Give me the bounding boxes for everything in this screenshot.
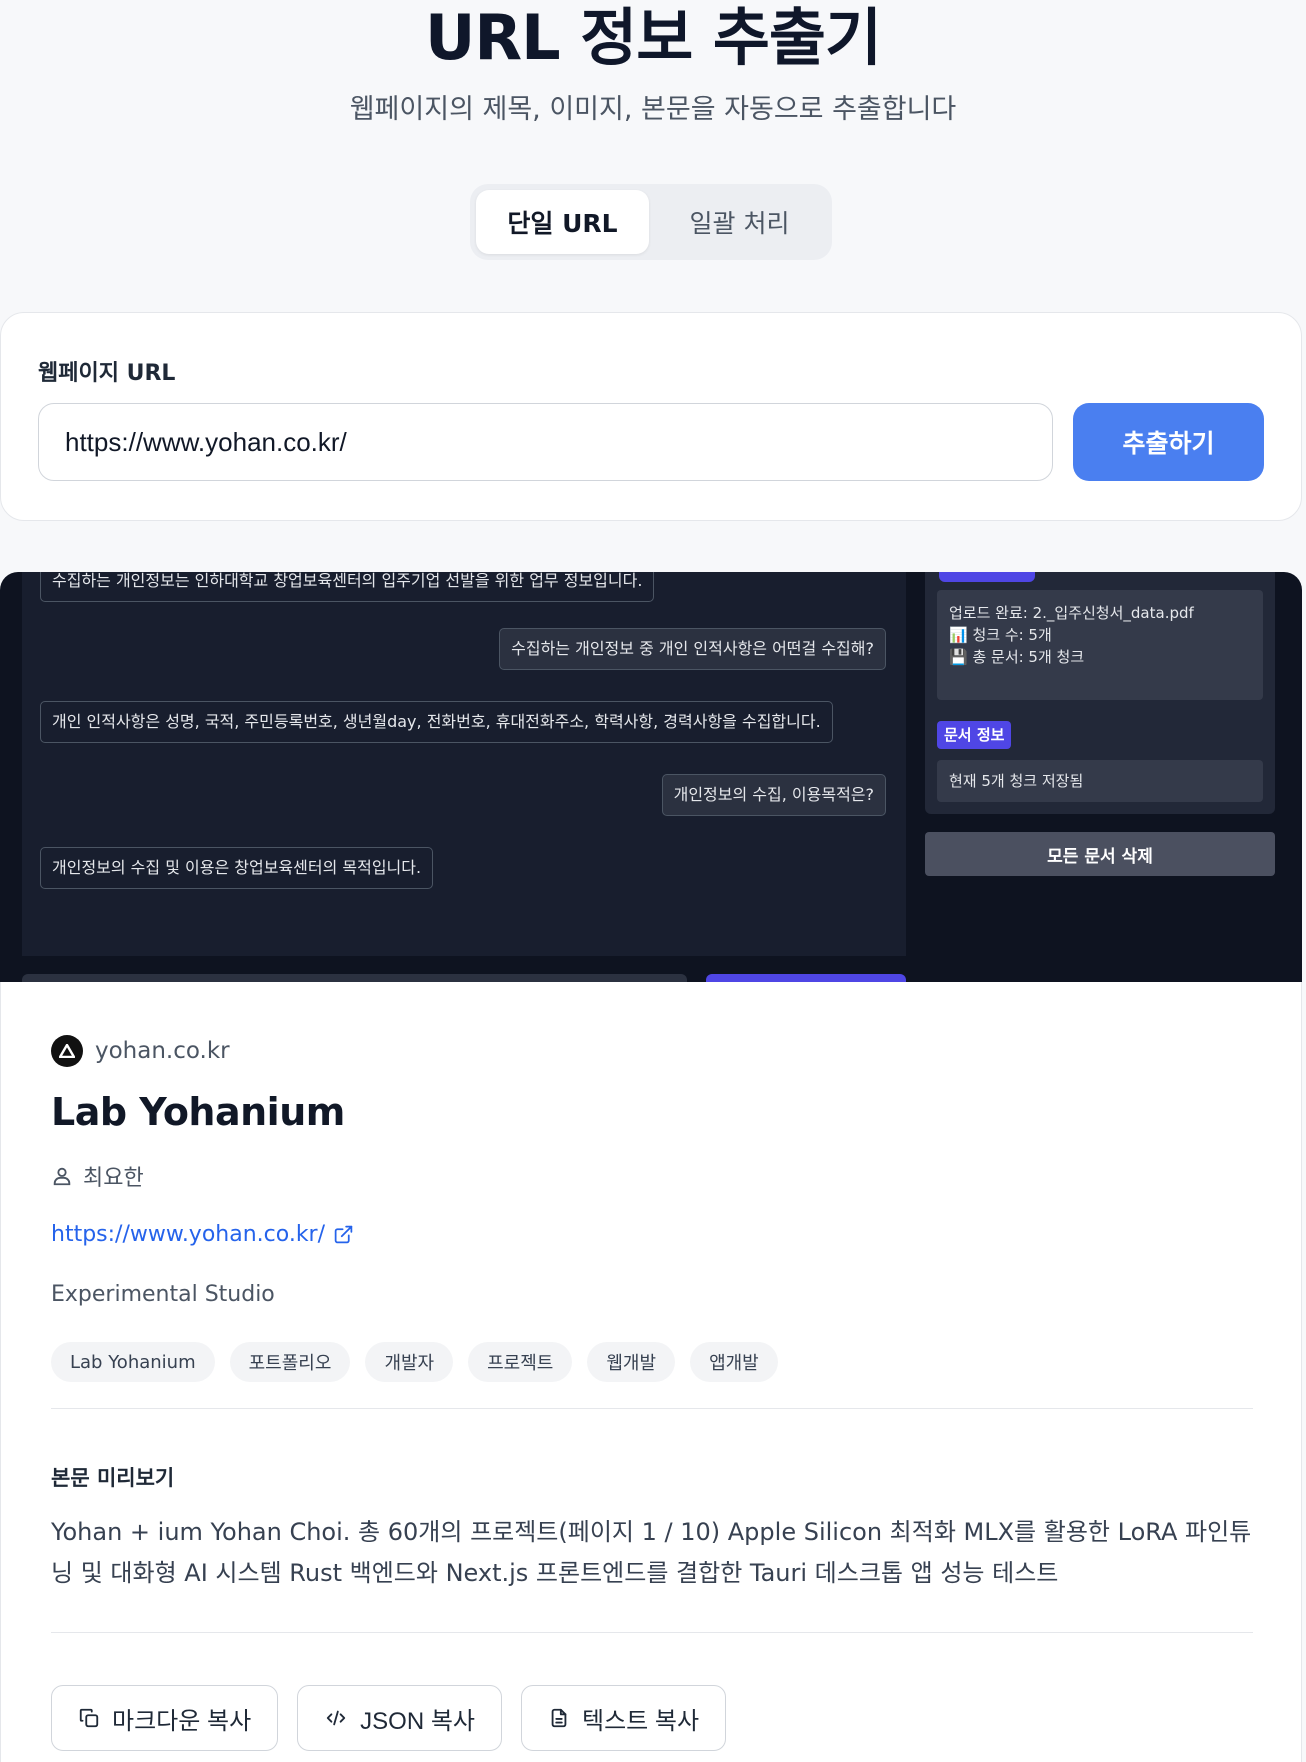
result-description: Experimental Studio bbox=[51, 1282, 275, 1307]
result-url-link[interactable]: https://www.yohan.co.kr/ bbox=[51, 1222, 354, 1247]
side-badge bbox=[939, 572, 1035, 582]
code-icon bbox=[324, 1707, 348, 1729]
tab-single-url[interactable]: 단일 URL bbox=[476, 190, 649, 254]
chat-bubble-user: 개인정보의 수집, 이용목적은? bbox=[661, 774, 886, 816]
site-name: yohan.co.kr bbox=[95, 1038, 230, 1064]
external-link-icon bbox=[333, 1224, 354, 1245]
tag: Lab Yohanium bbox=[51, 1342, 215, 1382]
chat-bubble-bot: 개인정보의 수집 및 이용은 창업보육센터의 목적입니다. bbox=[40, 847, 434, 889]
tag: 포트폴리오 bbox=[229, 1342, 351, 1382]
upload-status-line: 📊 청크 수: 5개 bbox=[949, 626, 1052, 644]
divider bbox=[51, 1632, 1253, 1633]
author: 최요한 bbox=[51, 1160, 144, 1192]
tag: 앱개발 bbox=[690, 1342, 778, 1382]
copy-json-label: JSON 복사 bbox=[360, 1707, 475, 1735]
preview-image: 수집하는 개인정보는 인하대학교 창업보육센터의 입주기업 선발을 위한 업무 … bbox=[0, 572, 1302, 982]
url-field-label: 웹페이지 URL bbox=[38, 361, 176, 386]
chat-bubble-bot: 개인 인적사항은 성명, 국적, 주민등록번호, 생년월day, 전화번호, 휴… bbox=[40, 701, 833, 743]
doc-info-status: 현재 5개 청크 저장됨 bbox=[937, 760, 1263, 802]
tag-list: Lab Yohanium 포트폴리오 개발자 프로젝트 웹개발 앱개발 bbox=[51, 1342, 778, 1382]
delete-all-docs-button: 모든 문서 삭제 bbox=[925, 832, 1275, 876]
chat-bubble-user: 수집하는 개인정보 중 개인 인적사항은 어떤걸 수집해? bbox=[499, 628, 886, 670]
copy-markdown-button[interactable]: 마크다운 복사 bbox=[51, 1685, 279, 1751]
mode-tabs: 단일 URL 일괄 처리 bbox=[470, 184, 832, 260]
copy-json-button[interactable]: JSON 복사 bbox=[297, 1685, 502, 1751]
author-name: 최요한 bbox=[83, 1166, 144, 1191]
chat-area: 수집하는 개인정보는 인하대학교 창업보육센터의 입주기업 선발을 위한 업무 … bbox=[22, 572, 906, 956]
chat-send-bar bbox=[706, 974, 906, 982]
upload-status-line: 💾 총 문서: 5개 청크 bbox=[949, 648, 1085, 666]
extract-button[interactable]: 추출하기 bbox=[1073, 403, 1264, 481]
upload-status-box: 업로드 완료: 2._입주신청서_data.pdf 📊 청크 수: 5개 💾 총… bbox=[937, 590, 1263, 700]
url-input[interactable] bbox=[38, 403, 1053, 481]
upload-status-line: 업로드 완료: 2._입주신청서_data.pdf bbox=[949, 604, 1194, 622]
preview-text: Yohan + ium Yohan Choi. 총 60개의 프로젝트(페이지 … bbox=[51, 1518, 1252, 1587]
chat-bubble-bot: 수집하는 개인정보는 인하대학교 창업보육센터의 입주기업 선발을 위한 업무 … bbox=[40, 572, 655, 602]
page-subtitle: 웹페이지의 제목, 이미지, 본문을 자동으로 추출합니다 bbox=[349, 94, 957, 125]
tag: 프로젝트 bbox=[468, 1342, 573, 1382]
doc-info-badge: 문서 정보 bbox=[937, 721, 1012, 749]
result-card: yohan.co.kr Lab Yohanium 최요한 https://www… bbox=[0, 982, 1302, 1762]
copy-markdown-label: 마크다운 복사 bbox=[112, 1707, 252, 1735]
result-url-text: https://www.yohan.co.kr/ bbox=[51, 1222, 326, 1247]
copy-text-button[interactable]: 텍스트 복사 bbox=[521, 1685, 727, 1751]
tag: 웹개발 bbox=[587, 1342, 676, 1382]
tag: 개발자 bbox=[365, 1342, 454, 1382]
action-bar: 마크다운 복사 JSON 복사 텍스트 복사 bbox=[51, 1685, 727, 1751]
site-logo-icon bbox=[51, 1035, 83, 1067]
result-title: Lab Yohanium bbox=[51, 1090, 345, 1134]
file-text-icon bbox=[548, 1707, 570, 1729]
site-info: yohan.co.kr bbox=[51, 1035, 230, 1067]
divider bbox=[51, 1408, 1253, 1409]
url-form-card: 웹페이지 URL 추출하기 bbox=[0, 312, 1302, 521]
side-panel: 업로드 완료: 2._입주신청서_data.pdf 📊 청크 수: 5개 💾 총… bbox=[925, 572, 1275, 814]
page-title: URL 정보 추출기 bbox=[425, 1, 882, 74]
chat-input-bar bbox=[22, 974, 687, 982]
user-icon bbox=[51, 1165, 73, 1187]
tab-batch[interactable]: 일괄 처리 bbox=[653, 190, 826, 254]
copy-icon bbox=[78, 1707, 100, 1729]
copy-text-label: 텍스트 복사 bbox=[582, 1707, 700, 1735]
preview-label: 본문 미리보기 bbox=[51, 1466, 175, 1490]
